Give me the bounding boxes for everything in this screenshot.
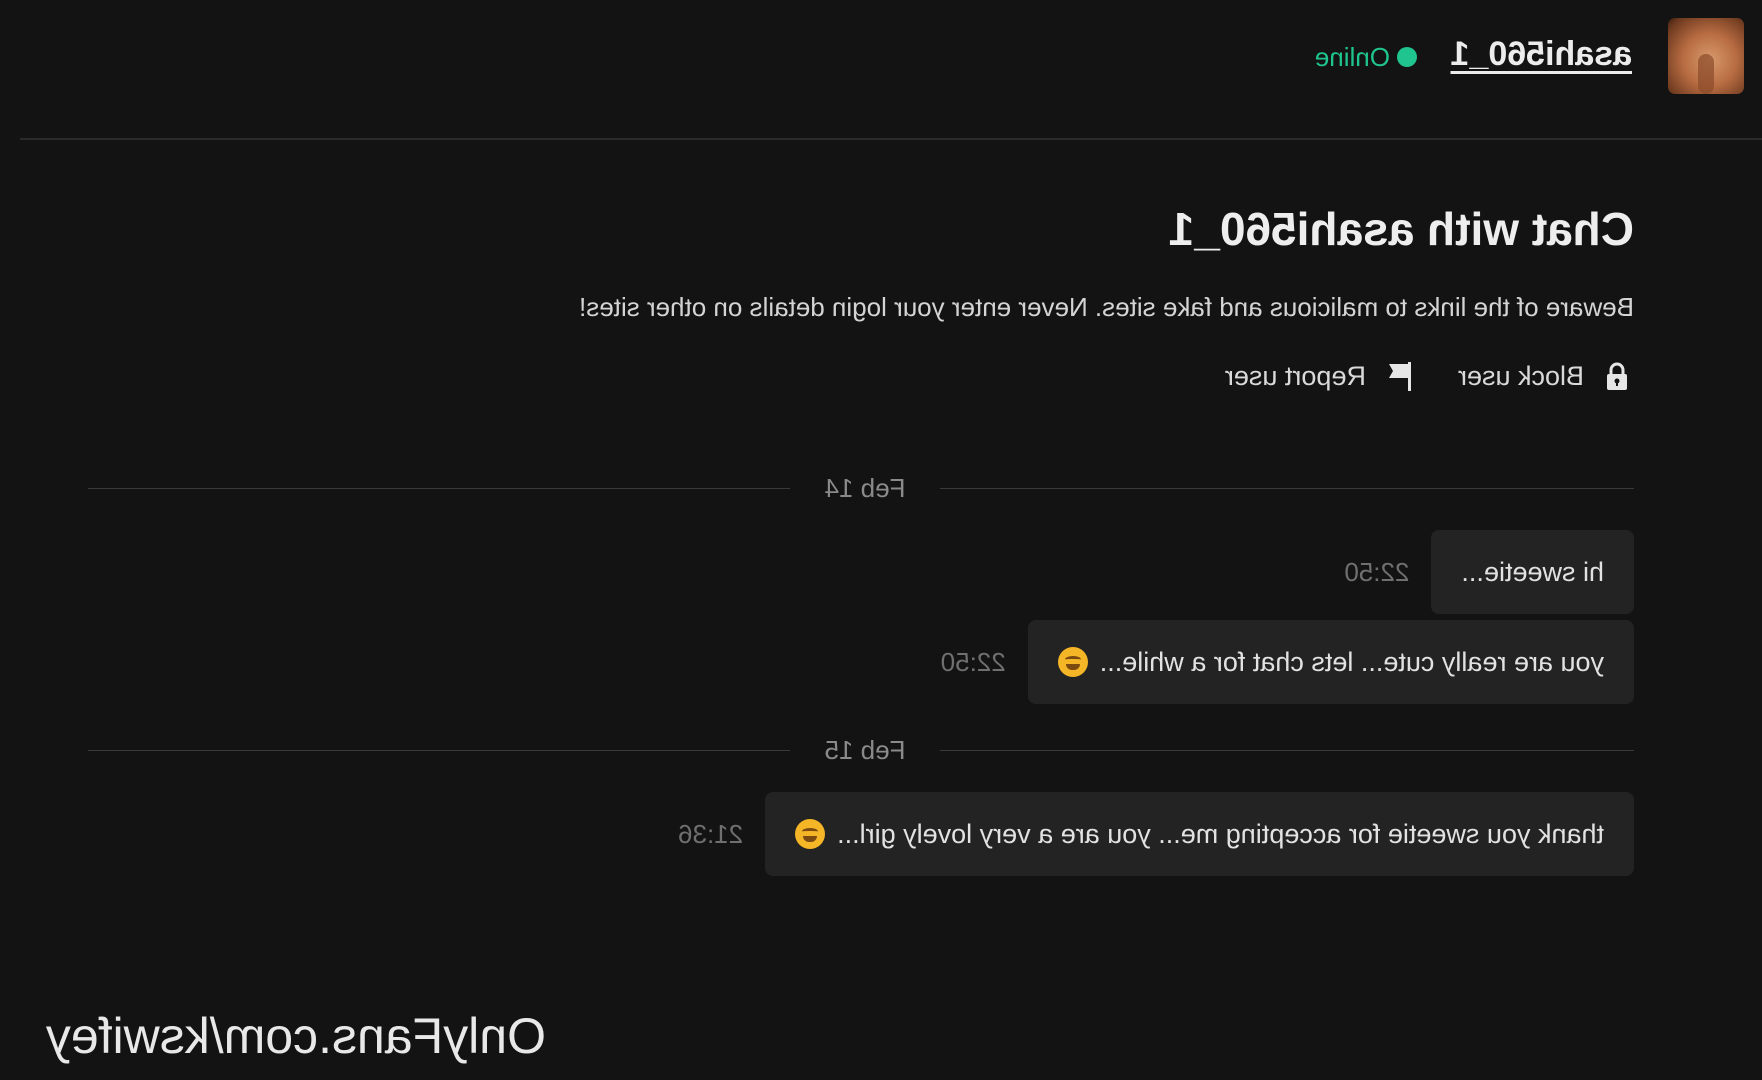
report-user-label: Report user (1224, 360, 1366, 391)
lock-icon (1607, 362, 1627, 390)
security-warning: Beware of the links to malicious and fak… (579, 292, 1634, 322)
message-bubble[interactable]: you are really cute... lets chat for a w… (1027, 620, 1634, 704)
username-link[interactable]: asahi560_1 (1451, 32, 1633, 76)
message-text: you are really cute... lets chat for a w… (1099, 646, 1604, 677)
divider-line (88, 750, 790, 751)
chat-header: asahi560_1 Online (20, 0, 1762, 140)
message-row: hi sweetie... 22:50 (1344, 530, 1634, 614)
message-time: 21:36 (678, 818, 744, 849)
watermark: OnlyFans.com/kswifey (45, 1008, 546, 1064)
message-text: hi sweetie... (1461, 556, 1604, 587)
user-avatar[interactable] (1668, 18, 1744, 94)
date-divider: Feb 15 (88, 730, 1634, 770)
divider-line (940, 750, 1634, 751)
message-text: thank you sweetie for accepting me... yo… (837, 818, 1604, 849)
message-time: 22:50 (1344, 556, 1410, 587)
online-status-icon (1397, 47, 1417, 67)
message-row: thank you sweetie for accepting me... yo… (678, 792, 1634, 876)
divider-line (940, 488, 1634, 489)
block-user-label: Block user (1457, 360, 1584, 391)
flag-icon (1388, 362, 1411, 391)
online-status-label: Online (1314, 42, 1390, 72)
block-user-button[interactable]: Block user (1458, 359, 1634, 393)
date-divider: Feb 14 (88, 468, 1634, 508)
report-user-button[interactable]: Report user (1225, 359, 1416, 393)
message-time: 22:50 (940, 646, 1006, 677)
message-bubble[interactable]: hi sweetie... (1431, 530, 1634, 614)
message-row: you are really cute... lets chat for a w… (941, 620, 1634, 704)
divider-date: Feb 15 (824, 735, 906, 765)
chat-title: Chat with asahi560_1 (1168, 203, 1634, 255)
grinning-face-emoji-icon (795, 819, 826, 849)
divider-date: Feb 14 (824, 473, 906, 503)
divider-line (88, 488, 790, 489)
smirk-face-emoji-icon (1057, 647, 1088, 677)
chat-page: asahi560_1 Online Chat with asahi560_1 B… (0, 0, 1762, 1080)
message-bubble[interactable]: thank you sweetie for accepting me... yo… (765, 792, 1634, 876)
user-actions: Block user Report user (1225, 356, 1634, 396)
